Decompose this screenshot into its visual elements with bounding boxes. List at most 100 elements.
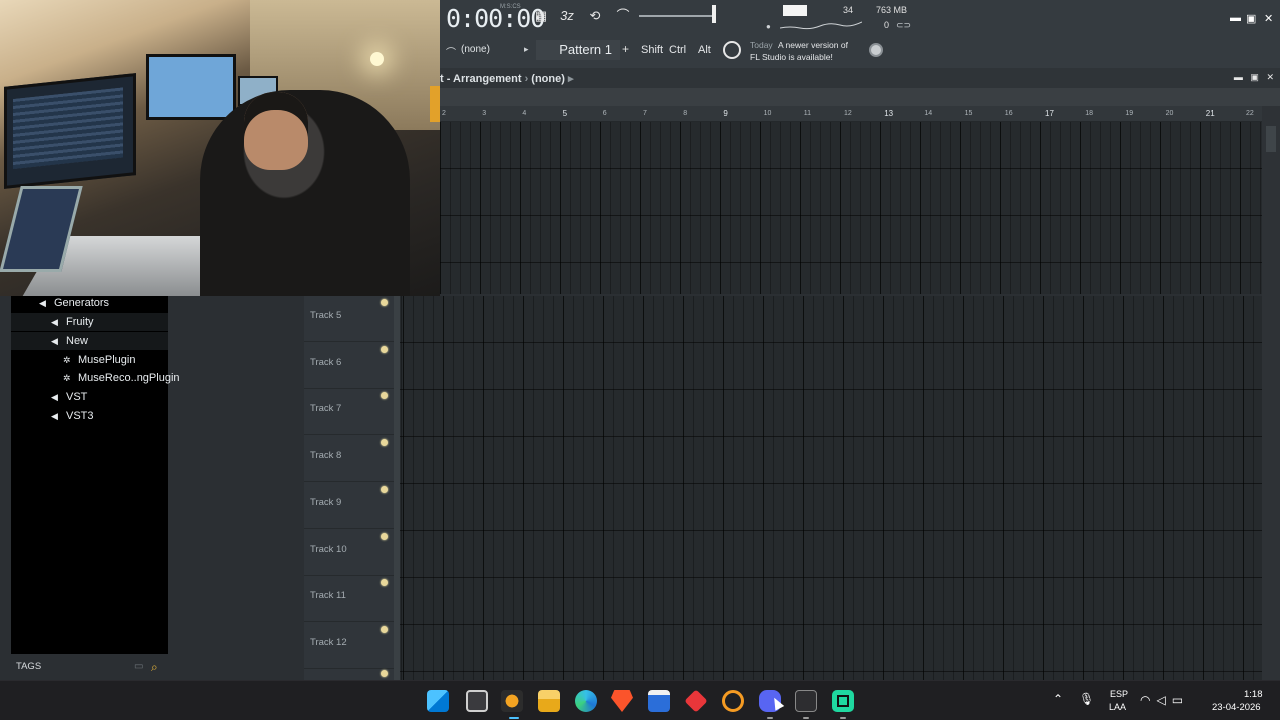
arrangement-arrow-icon[interactable]: ▸ (568, 73, 574, 85)
bar-number[interactable]: 12 (844, 110, 852, 117)
loop-record-icon[interactable]: ⟲ (584, 8, 606, 24)
news-text-line1[interactable]: A newer version of (778, 40, 848, 50)
bar-number[interactable]: 6 (603, 110, 607, 117)
clock-time[interactable]: 1:18 (1244, 689, 1263, 700)
track-header-separator[interactable] (394, 296, 400, 680)
pattern-selector[interactable]: Pattern 1 (536, 40, 620, 60)
bar-number[interactable]: 4 (522, 110, 526, 117)
track-name[interactable]: Track 8 (310, 450, 341, 461)
headphones-icon[interactable]: ⌒ (446, 44, 456, 59)
arrangement-selector[interactable]: (none) (531, 73, 565, 85)
playlist-grid-upper[interactable] (440, 122, 1262, 294)
audio-output-icon[interactable]: ⊂⊃ (896, 20, 911, 31)
track-header[interactable]: Track 10 (304, 530, 394, 576)
track-enable-led[interactable] (381, 392, 388, 400)
track-enable-led[interactable] (381, 670, 388, 677)
hint-bar-icon[interactable] (723, 41, 741, 59)
browser-item-vst[interactable]: ◀ VST (51, 388, 87, 406)
online-globe-icon[interactable] (869, 43, 883, 57)
git-icon[interactable] (684, 689, 708, 713)
browser-item-museplugin[interactable]: ✲ MusePlugin (63, 351, 135, 369)
language-indicator[interactable]: ESP (1110, 689, 1128, 699)
bar-number[interactable]: 3 (482, 110, 486, 117)
timeline-ruler[interactable]: 2 3 4 5 6 7 8 9 10 11 12 13 14 15 16 17 18 19 20 21 22 (440, 106, 1262, 122)
bar-number[interactable]: 8 (683, 110, 687, 117)
track-name[interactable]: Track 10 (310, 544, 347, 555)
app-icon[interactable] (832, 690, 854, 712)
master-volume-handle[interactable] (712, 5, 716, 23)
keyboard-layout-indicator[interactable]: LAA (1109, 702, 1126, 712)
browser-item-fruity[interactable]: ◀ Fruity (11, 313, 168, 331)
wifi-icon[interactable]: ◠ (1140, 693, 1156, 707)
track-name[interactable]: Track 6 (310, 357, 341, 368)
tray-overflow-icon[interactable]: ⌃ (1053, 692, 1063, 706)
track-enable-led[interactable] (381, 579, 388, 587)
tags-folder-icon[interactable]: ▭ (134, 661, 143, 672)
battery-icon[interactable]: ▭ (1172, 693, 1189, 707)
volume-icon[interactable]: ◁ (1156, 693, 1171, 707)
audio-monitor-icon[interactable]: ● (766, 22, 771, 31)
shift-key-button[interactable]: Shift (641, 44, 663, 56)
bar-number[interactable]: 14 (924, 110, 932, 117)
bar-number[interactable]: 9 (723, 109, 727, 118)
file-explorer-icon[interactable] (538, 690, 560, 712)
channel-selector-arrow-icon[interactable]: ▸ (524, 44, 529, 55)
windows-start-icon[interactable] (427, 690, 449, 712)
bar-number[interactable]: 15 (965, 110, 973, 117)
track-enable-led[interactable] (381, 345, 388, 353)
master-volume-slider[interactable] (639, 15, 715, 17)
browser-item-new[interactable]: ◀ New (11, 332, 168, 350)
track-name[interactable]: Track 11 (310, 590, 346, 601)
track-header[interactable]: Track 12 (304, 623, 394, 669)
track-header[interactable]: Track 8 (304, 436, 394, 483)
microphone-icon[interactable]: 🎙 (1079, 692, 1094, 706)
search-app-icon[interactable] (722, 690, 744, 712)
bar-number[interactable]: 16 (1005, 110, 1013, 117)
bar-number[interactable]: 13 (884, 109, 893, 118)
track-enable-led[interactable] (381, 485, 388, 493)
playlist-grid[interactable] (400, 296, 1262, 680)
channel-selector[interactable]: (none) (461, 44, 490, 55)
track-header[interactable]: Track 11 (304, 576, 394, 623)
track-header[interactable]: Track 7 (304, 389, 394, 436)
browser-item-musereco-plugin[interactable]: ✲ MuseReco..ngPlugin (63, 369, 180, 387)
bar-number[interactable]: 19 (1125, 110, 1133, 117)
bar-number[interactable]: 20 (1166, 110, 1174, 117)
bar-number[interactable]: 21 (1206, 109, 1215, 118)
bar-number[interactable]: 22 (1246, 110, 1254, 117)
task-view-icon[interactable] (466, 690, 488, 712)
store-icon[interactable] (648, 690, 670, 712)
tags-search-icon[interactable]: ⌕ (151, 660, 158, 675)
news-text-line2[interactable]: FL Studio is available! (750, 52, 833, 62)
bar-number[interactable]: 2 (442, 110, 446, 117)
track-enable-led[interactable] (381, 625, 388, 633)
track-enable-led[interactable] (381, 532, 388, 540)
bar-number[interactable]: 7 (643, 110, 647, 117)
bar-number[interactable]: 10 (764, 110, 772, 117)
track-name[interactable]: Track 12 (310, 637, 347, 648)
playlist-close-icon[interactable]: ✕ (1266, 72, 1274, 82)
tray-status-icons[interactable]: ◠◁▭ (1140, 693, 1189, 707)
playlist-minimize-icon[interactable]: ▬ (1234, 72, 1243, 82)
bar-number[interactable]: 18 (1085, 110, 1093, 117)
track-header[interactable]: Track 5 (304, 296, 394, 342)
close-icon[interactable]: ✕ (1264, 12, 1273, 25)
playlist-maximize-icon[interactable]: ▣ (1250, 72, 1259, 82)
track-enable-led[interactable] (381, 299, 388, 306)
playlist-vertical-scrollbar[interactable] (1262, 106, 1280, 680)
track-name[interactable]: Track 9 (310, 497, 341, 508)
metronome-icon[interactable]: ⌒ (612, 8, 634, 24)
ctrl-key-button[interactable]: Ctrl (669, 44, 686, 56)
maximize-icon[interactable]: ▣ (1246, 12, 1256, 25)
track-name[interactable]: Track 5 (310, 310, 341, 321)
bar-number[interactable]: 17 (1045, 109, 1054, 118)
track-header[interactable]: Track 6 (304, 343, 394, 389)
minimize-icon[interactable]: ▬ (1230, 12, 1241, 24)
add-pattern-button[interactable]: + (622, 42, 629, 56)
bar-number[interactable]: 11 (804, 110, 811, 117)
track-name[interactable]: Track 7 (310, 403, 341, 414)
track-header[interactable]: Track 9 (304, 483, 394, 529)
typing-keyboard-icon[interactable]: ▦ (530, 8, 552, 24)
clock-date[interactable]: 23-04-2026 (1212, 702, 1261, 713)
alt-key-button[interactable]: Alt (698, 44, 711, 56)
